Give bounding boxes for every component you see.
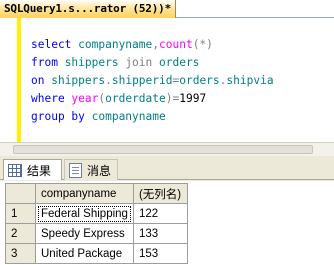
row-number[interactable]: 2	[5, 223, 36, 244]
code-token: from	[31, 56, 65, 69]
editor-horizontal-scrollbar[interactable]	[0, 142, 334, 156]
code-line[interactable]: select companyname,count(*)	[31, 36, 274, 54]
code-token: shippers	[51, 74, 106, 87]
grid-icon	[8, 163, 22, 177]
cell-companyname[interactable]: Speedy Express	[35, 223, 134, 244]
column-header-companyname[interactable]: companyname	[35, 183, 134, 204]
code-token: join	[125, 56, 159, 69]
cell-count[interactable]: 153	[132, 243, 188, 264]
row-number[interactable]: 3	[5, 243, 36, 264]
document-tab-strip: SQLQuery1.s...rator (52))*	[0, 0, 334, 18]
code-token: orderdate	[105, 92, 166, 105]
row-number[interactable]: 1	[5, 203, 36, 224]
code-token: year	[71, 92, 99, 105]
sql-code[interactable]: select companyname,count(*) from shippers…	[31, 36, 274, 126]
column-header-count[interactable]: (无列名)	[132, 183, 188, 204]
results-grid-area: companyname (无列名) 1 Federal Shipping 122…	[0, 181, 334, 265]
code-line[interactable]: group by companyname	[31, 108, 274, 126]
message-icon	[69, 162, 82, 178]
code-token: companyname	[78, 38, 153, 51]
results-grid: companyname (无列名) 1 Federal Shipping 122…	[5, 183, 188, 264]
code-token: count	[159, 38, 193, 51]
code-token: orders	[159, 56, 200, 69]
tab-messages-label: 消息	[87, 163, 112, 178]
code-token: shipperid	[111, 74, 173, 87]
code-token: (*)	[192, 38, 213, 51]
code-line[interactable]: on shippers.shipperid=orders.shipvia	[31, 72, 274, 90]
cell-count[interactable]: 133	[132, 223, 188, 244]
tab-messages[interactable]: 消息	[64, 159, 118, 180]
change-indicator-bar	[17, 18, 21, 142]
cell-count[interactable]: 122	[132, 203, 188, 224]
code-token: ,	[152, 38, 159, 51]
sql-editor[interactable]: select companyname,count(*) from shippers…	[0, 18, 334, 142]
code-token: .	[105, 74, 112, 87]
code-token: shipvia	[226, 74, 274, 87]
grid-corner-cell[interactable]	[5, 183, 36, 204]
code-token: shippers	[64, 56, 126, 69]
code-token: where	[31, 92, 72, 105]
table-row: 2 Speedy Express 133	[5, 223, 188, 244]
cell-companyname[interactable]: Federal Shipping	[35, 203, 134, 224]
code-token: )=	[165, 92, 180, 105]
code-line[interactable]: where year(orderdate)=1997	[31, 90, 274, 108]
query-document-tab-label: SQLQuery1.s...rator (52))*	[4, 2, 171, 15]
scrollbar-thumb[interactable]	[13, 145, 313, 154]
code-token: orders	[179, 74, 220, 87]
code-token: on	[31, 74, 52, 87]
editor-margin	[0, 18, 17, 142]
results-pane: 结果 消息 companyname (无列名) 1 Federal Shippi…	[0, 156, 334, 265]
tab-results-label: 结果	[27, 163, 52, 178]
code-token: group by	[31, 110, 92, 123]
code-token: companyname	[91, 110, 166, 123]
table-row: 1 Federal Shipping 122	[5, 203, 188, 224]
code-token: 1997	[179, 92, 207, 105]
code-line[interactable]: from shippers join orders	[31, 54, 274, 72]
query-document-tab[interactable]: SQLQuery1.s...rator (52))*	[0, 0, 176, 18]
grid-header-row: companyname (无列名)	[5, 183, 188, 204]
code-token: select	[31, 38, 79, 51]
table-row: 3 United Package 153	[5, 243, 188, 264]
tab-results[interactable]: 结果	[3, 159, 62, 180]
cell-companyname[interactable]: United Package	[35, 243, 134, 264]
results-tab-strip: 结果 消息	[0, 156, 334, 180]
